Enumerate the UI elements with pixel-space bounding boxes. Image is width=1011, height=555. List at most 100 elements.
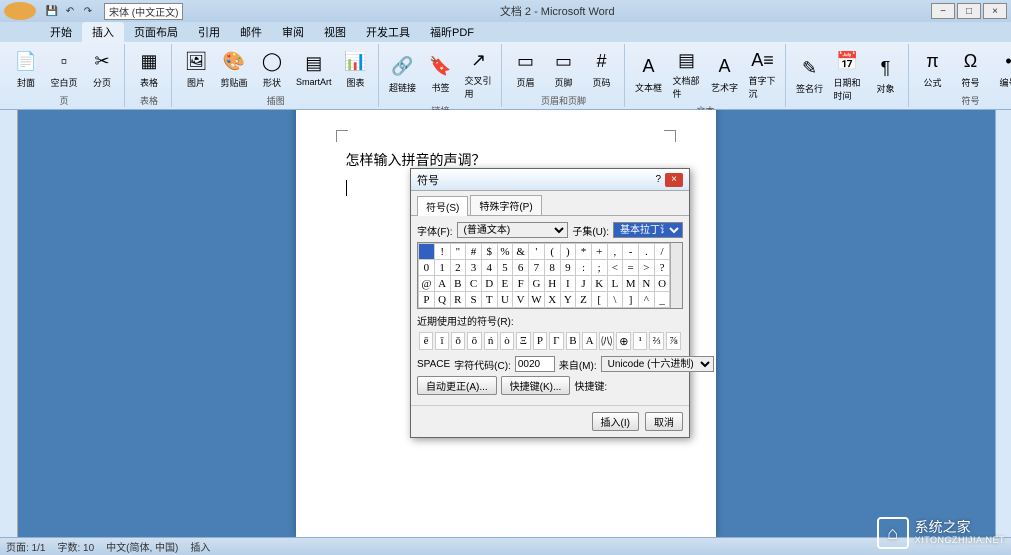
- char-cell[interactable]: 3: [466, 260, 482, 276]
- char-cell[interactable]: K: [591, 276, 607, 292]
- autocorrect-button[interactable]: 自动更正(A)...: [417, 376, 497, 395]
- dialog-titlebar[interactable]: 符号 ? ×: [411, 169, 689, 191]
- char-cell[interactable]: [419, 244, 435, 260]
- char-cell[interactable]: ;: [591, 260, 607, 276]
- status-lang[interactable]: 中文(简体, 中国): [106, 539, 178, 554]
- char-cell[interactable]: ): [560, 244, 576, 260]
- char-cell[interactable]: &: [513, 244, 529, 260]
- char-cell[interactable]: A: [434, 276, 450, 292]
- char-cell[interactable]: N: [638, 276, 654, 292]
- ribbon-文本框[interactable]: A文本框: [631, 51, 667, 96]
- char-cell[interactable]: Q: [434, 292, 450, 308]
- dialog-tab[interactable]: 符号(S): [417, 196, 468, 216]
- char-cell[interactable]: M: [623, 276, 639, 292]
- recent-char-cell[interactable]: ń: [484, 332, 498, 350]
- char-cell[interactable]: R: [450, 292, 466, 308]
- char-cell[interactable]: O: [654, 276, 670, 292]
- redo-icon[interactable]: ↷: [80, 3, 96, 19]
- recent-char-cell[interactable]: ō: [467, 332, 481, 350]
- tab-邮件[interactable]: 邮件: [230, 22, 272, 42]
- char-cell[interactable]: @: [419, 276, 435, 292]
- recent-char-cell[interactable]: ⅞: [666, 332, 681, 350]
- recent-char-cell[interactable]: Β: [566, 332, 581, 350]
- char-cell[interactable]: X: [544, 292, 560, 308]
- code-input[interactable]: [515, 356, 555, 372]
- char-cell[interactable]: ]: [623, 292, 639, 308]
- undo-icon[interactable]: ↶: [62, 3, 78, 19]
- char-cell[interactable]: W: [529, 292, 545, 308]
- insert-button[interactable]: 插入(I): [592, 412, 639, 431]
- subset-select[interactable]: 基本拉丁语: [613, 222, 683, 238]
- char-cell[interactable]: _: [654, 292, 670, 308]
- status-words[interactable]: 字数: 10: [57, 539, 94, 554]
- char-cell[interactable]: /: [654, 244, 670, 260]
- ribbon-表格[interactable]: ▦表格: [131, 46, 167, 91]
- char-cell[interactable]: [: [591, 292, 607, 308]
- char-cell[interactable]: P: [419, 292, 435, 308]
- ribbon-页眉[interactable]: ▭页眉: [508, 46, 544, 91]
- char-cell[interactable]: I: [560, 276, 576, 292]
- minimize-button[interactable]: −: [931, 3, 955, 19]
- char-cell[interactable]: .: [638, 244, 654, 260]
- char-cell[interactable]: <: [607, 260, 623, 276]
- ribbon-书签[interactable]: 🔖书签: [423, 51, 459, 96]
- shortcut-button[interactable]: 快捷键(K)...: [501, 376, 571, 395]
- char-cell[interactable]: J: [576, 276, 592, 292]
- char-cell[interactable]: U: [497, 292, 513, 308]
- char-cell[interactable]: >: [638, 260, 654, 276]
- char-cell[interactable]: 9: [560, 260, 576, 276]
- tab-引用[interactable]: 引用: [188, 22, 230, 42]
- recent-char-cell[interactable]: ㈧: [599, 332, 614, 350]
- dialog-tab[interactable]: 特殊字符(P): [470, 195, 541, 215]
- maximize-button[interactable]: □: [957, 3, 981, 19]
- close-button[interactable]: ×: [983, 3, 1007, 19]
- recent-char-cell[interactable]: ē: [419, 332, 433, 350]
- char-cell[interactable]: 4: [481, 260, 497, 276]
- char-cell[interactable]: ,: [607, 244, 623, 260]
- char-cell[interactable]: ?: [654, 260, 670, 276]
- char-cell[interactable]: ": [450, 244, 466, 260]
- char-cell[interactable]: +: [591, 244, 607, 260]
- recent-char-cell[interactable]: Ρ: [533, 332, 547, 350]
- font-select[interactable]: (普通文本): [457, 222, 569, 238]
- char-cell[interactable]: S: [466, 292, 482, 308]
- ribbon-公式[interactable]: π公式: [915, 46, 951, 91]
- char-cell[interactable]: D: [481, 276, 497, 292]
- char-cell[interactable]: %: [497, 244, 513, 260]
- char-cell[interactable]: Y: [560, 292, 576, 308]
- char-cell[interactable]: *: [576, 244, 592, 260]
- ribbon-签名行[interactable]: ✎签名行: [792, 52, 828, 97]
- recent-char-cell[interactable]: Ξ: [516, 332, 531, 350]
- tab-页面布局[interactable]: 页面布局: [124, 22, 188, 42]
- save-icon[interactable]: 💾: [44, 3, 60, 19]
- ribbon-图表[interactable]: 📊图表: [338, 46, 374, 91]
- char-cell[interactable]: (: [544, 244, 560, 260]
- char-cell[interactable]: L: [607, 276, 623, 292]
- recent-char-cell[interactable]: ī: [435, 332, 449, 350]
- char-cell[interactable]: $: [481, 244, 497, 260]
- char-cell[interactable]: V: [513, 292, 529, 308]
- ribbon-首字下沉[interactable]: A≡首字下沉: [745, 44, 781, 102]
- char-cell[interactable]: Z: [576, 292, 592, 308]
- tab-开发工具[interactable]: 开发工具: [356, 22, 420, 42]
- recent-char-cell[interactable]: Α: [582, 332, 597, 350]
- char-cell[interactable]: T: [481, 292, 497, 308]
- office-button[interactable]: [4, 2, 36, 20]
- char-cell[interactable]: 2: [450, 260, 466, 276]
- help-icon[interactable]: ?: [655, 174, 661, 185]
- recent-char-cell[interactable]: ⅔: [649, 332, 664, 350]
- char-cell[interactable]: 0: [419, 260, 435, 276]
- ribbon-对象[interactable]: ¶对象: [868, 52, 904, 97]
- recent-characters[interactable]: ēīǒōńòΞΡΓΒΑ㈧⊕¹⅔⅞: [417, 330, 683, 352]
- grid-scrollbar[interactable]: [670, 243, 682, 308]
- char-cell[interactable]: C: [466, 276, 482, 292]
- ribbon-页脚[interactable]: ▭页脚: [546, 46, 582, 91]
- vertical-scrollbar[interactable]: [995, 110, 1011, 537]
- recent-char-cell[interactable]: ò: [500, 332, 514, 350]
- tab-福昕PDF[interactable]: 福昕PDF: [420, 22, 484, 42]
- tab-审阅[interactable]: 审阅: [272, 22, 314, 42]
- ribbon-SmartArt[interactable]: ▤SmartArt: [292, 47, 336, 89]
- recent-char-cell[interactable]: ⊕: [616, 332, 631, 350]
- status-mode[interactable]: 插入: [190, 539, 210, 554]
- char-cell[interactable]: =: [623, 260, 639, 276]
